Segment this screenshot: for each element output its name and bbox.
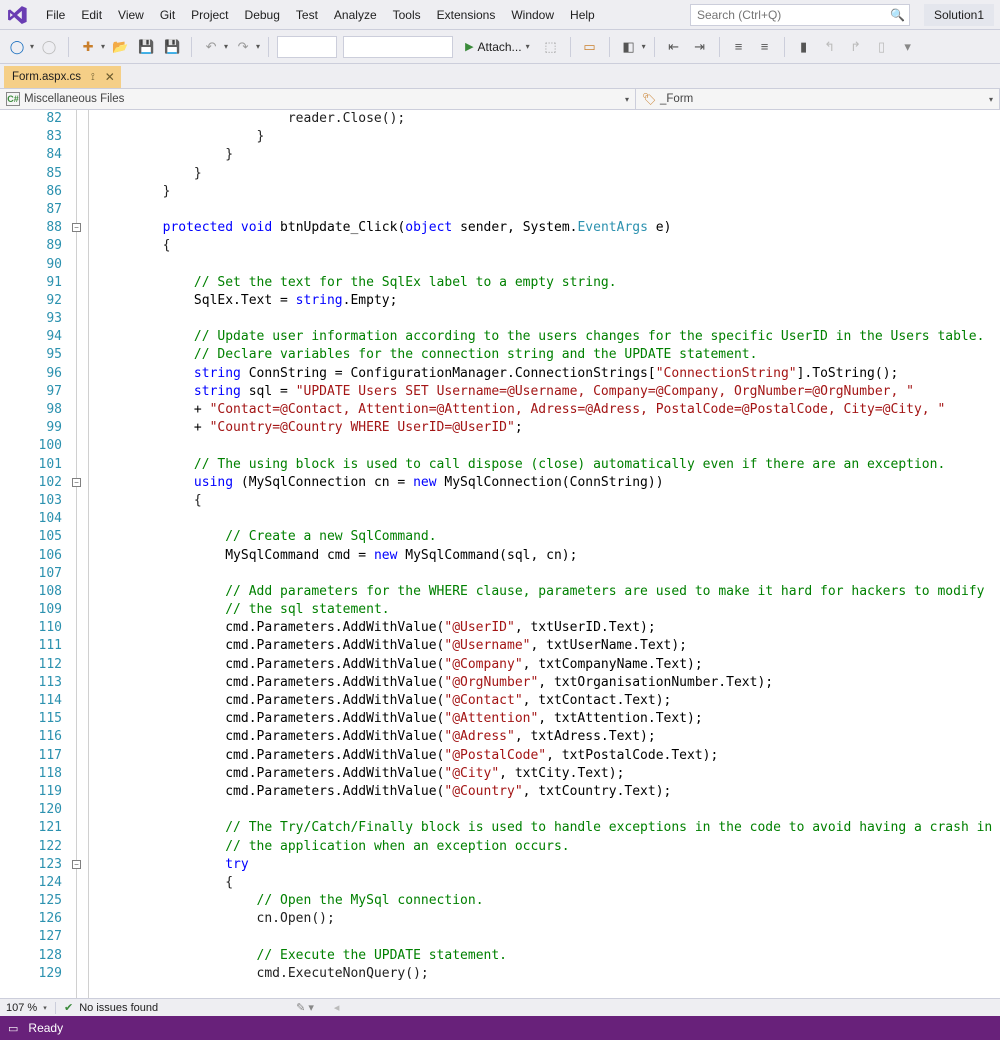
- search-input[interactable]: [697, 8, 890, 22]
- search-icon: 🔍: [890, 8, 905, 22]
- search-wrap: 🔍 Solution1: [690, 4, 994, 26]
- menu-analyze[interactable]: Analyze: [326, 4, 385, 26]
- find-button[interactable]: ◧▾: [618, 36, 646, 58]
- caret-tool-icon[interactable]: ✎ ▾: [296, 1001, 314, 1014]
- comment-button[interactable]: ≡: [728, 36, 750, 58]
- menu-edit[interactable]: Edit: [73, 4, 110, 26]
- line-gutter: 8283848586878889909192939495969798991001…: [0, 110, 70, 998]
- vs-logo-icon: [6, 4, 28, 26]
- separator: [68, 37, 69, 57]
- nav-member[interactable]: 🏷 _Form ▾: [636, 89, 1000, 109]
- pin-icon[interactable]: ⟟: [91, 72, 95, 83]
- statusbar: ▭ Ready: [0, 1016, 1000, 1040]
- scroll-left-icon[interactable]: ◂: [334, 1001, 340, 1014]
- editor-status: 107 %▾ ✔ No issues found ✎ ▾ ◂: [0, 998, 1000, 1016]
- separator: [570, 37, 571, 57]
- clear-bookmark-button[interactable]: ▯: [871, 36, 893, 58]
- fold-toggle[interactable]: −: [72, 223, 81, 232]
- menu-project[interactable]: Project: [183, 4, 236, 26]
- nav-scope[interactable]: C# Miscellaneous Files ▾: [0, 89, 636, 109]
- check-icon: ✔: [64, 1001, 73, 1014]
- menubar: FileEditViewGitProjectDebugTestAnalyzeTo…: [0, 0, 1000, 30]
- separator: [784, 37, 785, 57]
- uncomment-button[interactable]: ≡: [754, 36, 776, 58]
- editor[interactable]: 8283848586878889909192939495969798991001…: [0, 110, 1000, 998]
- tab-title: Form.aspx.cs: [12, 71, 81, 83]
- chevron-down-icon: ▾: [989, 95, 993, 104]
- issues-indicator[interactable]: ✔ No issues found: [56, 1001, 166, 1014]
- indent-button[interactable]: ⇤: [663, 36, 685, 58]
- redo-button[interactable]: ↷▾: [232, 36, 260, 58]
- zoom-combo[interactable]: 107 %▾: [0, 1002, 56, 1014]
- platform-combo[interactable]: [343, 36, 453, 58]
- separator: [268, 37, 269, 57]
- chevron-down-icon: ▾: [625, 95, 629, 104]
- separator: [191, 37, 192, 57]
- attach-button[interactable]: ▶Attach...▾: [459, 35, 536, 59]
- menu-test[interactable]: Test: [288, 4, 326, 26]
- menu-file[interactable]: File: [38, 4, 73, 26]
- menu-window[interactable]: Window: [503, 4, 562, 26]
- navbar: C# Miscellaneous Files ▾ 🏷 _Form ▾: [0, 88, 1000, 110]
- outdent-button[interactable]: ⇥: [689, 36, 711, 58]
- fold-toggle[interactable]: −: [72, 860, 81, 869]
- menu-extensions[interactable]: Extensions: [429, 4, 504, 26]
- search-box[interactable]: 🔍: [690, 4, 910, 26]
- separator: [654, 37, 655, 57]
- solution-label[interactable]: Solution1: [924, 4, 994, 26]
- browse-button[interactable]: ▭: [579, 36, 601, 58]
- nav-member-label: _Form: [660, 93, 693, 105]
- toolbar: ◯▾ ◯ ✚▾ 📂 💾 💾 ↶▾ ↷▾ ▶Attach...▾ ⬚ ▭ ◧▾ ⇤…: [0, 30, 1000, 64]
- attach-label: Attach...: [478, 40, 522, 54]
- tabstrip: Form.aspx.cs ⟟ ✕: [0, 64, 1000, 88]
- menu-view[interactable]: View: [110, 4, 152, 26]
- undo-button[interactable]: ↶▾: [200, 36, 228, 58]
- save-button[interactable]: 💾: [135, 36, 157, 58]
- nav-scope-label: Miscellaneous Files: [24, 93, 124, 105]
- status-ready: Ready: [28, 1021, 63, 1035]
- save-all-button[interactable]: 💾: [161, 36, 183, 58]
- csharp-icon: C#: [6, 92, 20, 106]
- issues-label: No issues found: [79, 1002, 158, 1014]
- menu-git[interactable]: Git: [152, 4, 183, 26]
- separator: [609, 37, 610, 57]
- class-icon: 🏷: [642, 92, 656, 106]
- back-button[interactable]: ◯▾: [6, 36, 34, 58]
- config-combo[interactable]: [277, 36, 337, 58]
- separator: [719, 37, 720, 57]
- window-icon: ▭: [8, 1022, 18, 1035]
- next-bookmark-button[interactable]: ↱: [845, 36, 867, 58]
- tab-form-aspx-cs[interactable]: Form.aspx.cs ⟟ ✕: [4, 66, 121, 88]
- new-item-button[interactable]: ✚▾: [77, 36, 105, 58]
- fold-toggle[interactable]: −: [72, 478, 81, 487]
- open-button[interactable]: 📂: [109, 36, 131, 58]
- step-button[interactable]: ⬚: [540, 36, 562, 58]
- zoom-label: 107 %: [6, 1002, 37, 1014]
- forward-button[interactable]: ◯: [38, 36, 60, 58]
- fold-column: − − −: [70, 110, 84, 998]
- toolbar-overflow[interactable]: ▾: [897, 36, 919, 58]
- menu-help[interactable]: Help: [562, 4, 603, 26]
- fold-column-2: [84, 110, 98, 998]
- close-icon[interactable]: ✕: [105, 70, 115, 84]
- bookmark-button[interactable]: ▮: [793, 36, 815, 58]
- menu-debug[interactable]: Debug: [237, 4, 288, 26]
- prev-bookmark-button[interactable]: ↰: [819, 36, 841, 58]
- code-area[interactable]: reader.Close(); } } } } protected void b…: [98, 110, 1000, 998]
- menu-tools[interactable]: Tools: [385, 4, 429, 26]
